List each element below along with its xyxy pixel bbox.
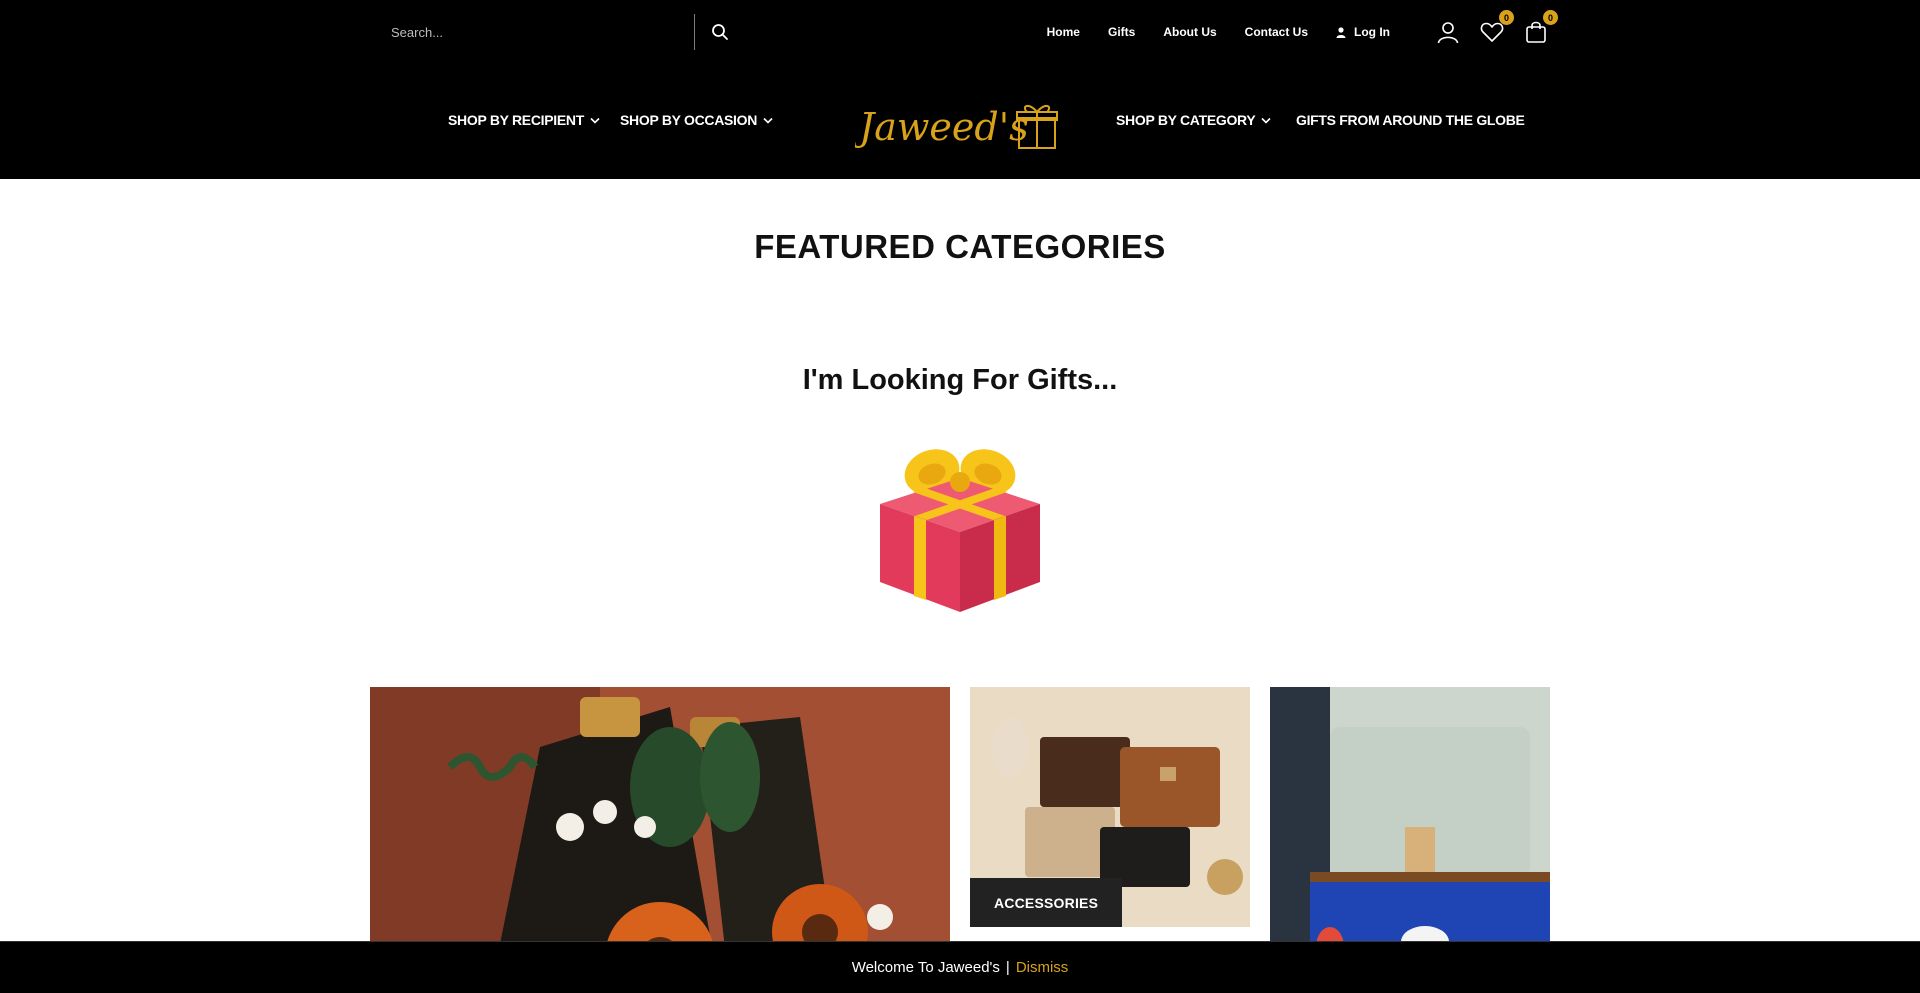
cart-count-badge: 0: [1543, 10, 1558, 25]
about-us-link[interactable]: About Us: [1163, 25, 1216, 39]
category-tile-accessories[interactable]: ACCESSORIES: [970, 687, 1250, 927]
featured-categories-title: FEATURED CATEGORIES: [754, 228, 1166, 265]
chevron-down-icon: [763, 117, 773, 124]
store-notice-bar: Welcome To Jaweed's | Dismiss: [0, 941, 1920, 993]
gifts-link[interactable]: Gifts: [1108, 25, 1135, 39]
nav-shop-by-recipient[interactable]: SHOP BY RECIPIENT: [448, 112, 600, 128]
wishlist-button[interactable]: 0: [1478, 10, 1514, 46]
chevron-down-icon: [1261, 117, 1271, 124]
login-label: Log In: [1354, 25, 1390, 39]
search-box: [370, 14, 695, 50]
nav-shop-by-recipient-label: SHOP BY RECIPIENT: [448, 112, 584, 128]
nav-gifts-from-around-the-globe-label: GIFTS FROM AROUND THE GLOBE: [1296, 112, 1525, 128]
site-logo[interactable]: Jaweed's: [852, 96, 1065, 154]
search-input[interactable]: [370, 14, 690, 50]
accessories-label[interactable]: ACCESSORIES: [970, 878, 1123, 927]
shopping-bag-icon: [1526, 21, 1546, 43]
nav-shop-by-occasion[interactable]: SHOP BY OCCASION: [620, 112, 773, 128]
nav-shop-by-category[interactable]: SHOP BY CATEGORY: [1116, 112, 1271, 128]
logo-wordmark: Jaweed's: [855, 105, 1029, 149]
heart-icon: [1480, 22, 1504, 42]
gift-box-icon: [877, 442, 1043, 612]
nav-gifts-from-around-the-globe[interactable]: GIFTS FROM AROUND THE GLOBE: [1296, 112, 1525, 128]
looking-for-gifts-title: I'm Looking For Gifts...: [802, 364, 1118, 396]
notice-separator: |: [1005, 959, 1010, 976]
wishlist-count-badge: 0: [1499, 10, 1514, 25]
top-bar: Home Gifts About Us Contact Us Log In 0 …: [370, 10, 1558, 50]
top-links: Home Gifts About Us Contact Us Log In 0 …: [1047, 10, 1558, 50]
cart-button[interactable]: 0: [1522, 10, 1558, 46]
main-nav: SHOP BY RECIPIENT SHOP BY OCCASION Jawee…: [0, 80, 1920, 160]
notice-message: Welcome To Jaweed's: [851, 959, 1000, 976]
search-button[interactable]: [706, 18, 734, 46]
home-link[interactable]: Home: [1047, 25, 1080, 39]
chevron-down-icon: [590, 117, 600, 124]
search-icon: [712, 24, 728, 40]
nav-shop-by-category-label: SHOP BY CATEGORY: [1116, 112, 1256, 128]
user-icon: [1437, 22, 1459, 44]
user-small-icon: [1336, 26, 1346, 38]
contact-us-link[interactable]: Contact Us: [1245, 25, 1308, 39]
nav-shop-by-occasion-label: SHOP BY OCCASION: [620, 112, 758, 128]
site-header: Home Gifts About Us Contact Us Log In 0 …: [0, 0, 1920, 179]
dismiss-link[interactable]: Dismiss: [1016, 959, 1069, 976]
login-link[interactable]: Log In: [1336, 25, 1390, 39]
account-button[interactable]: [1434, 18, 1462, 46]
